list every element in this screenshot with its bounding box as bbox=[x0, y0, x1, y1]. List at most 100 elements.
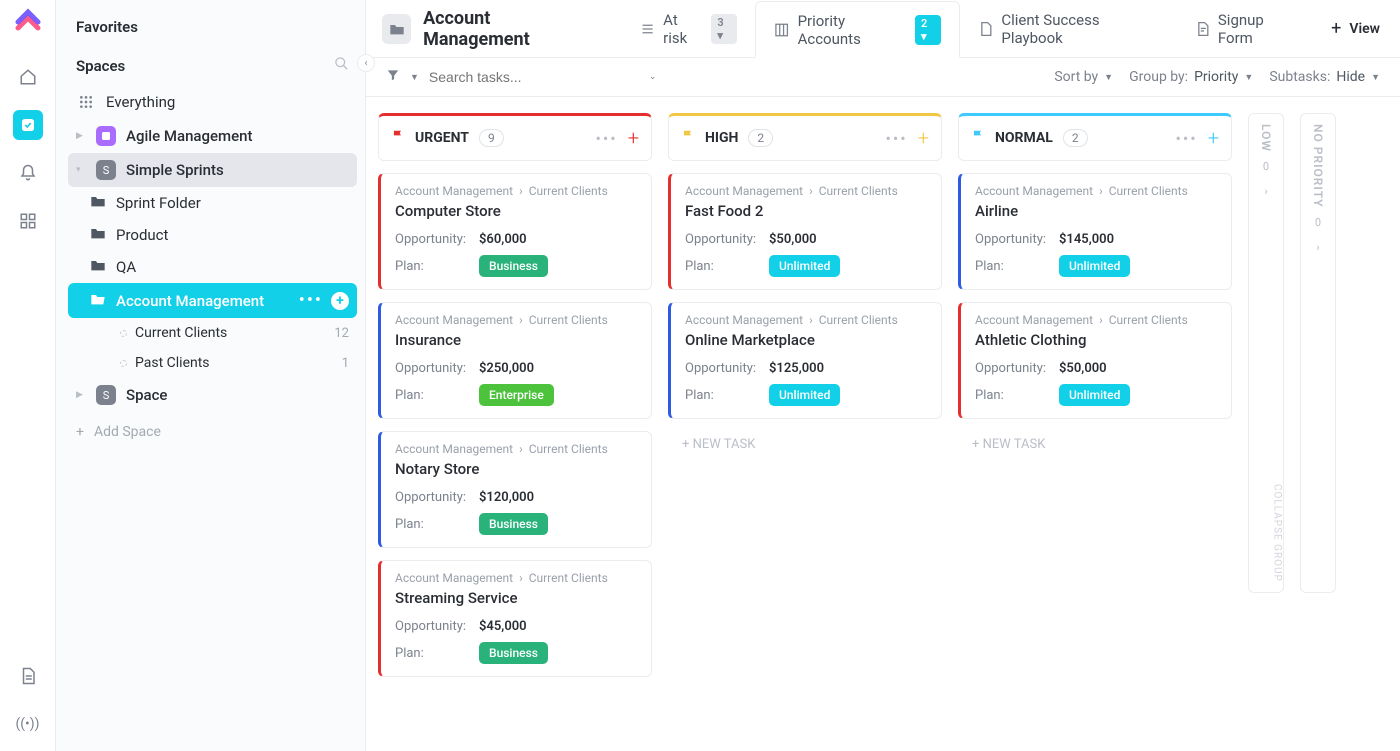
list-past-clients[interactable]: Past Clients 1 bbox=[68, 348, 357, 378]
chevron-down-icon[interactable]: ▼ bbox=[410, 72, 419, 83]
card-breadcrumb: Account Management›Current Clients bbox=[395, 184, 637, 198]
opportunity-label: Opportunity: bbox=[395, 490, 479, 505]
plus-icon: + bbox=[76, 424, 84, 440]
column-header: NORMAL 2 ••• + bbox=[958, 113, 1232, 161]
grid-icon bbox=[76, 92, 96, 112]
space-simple-sprints[interactable]: ▾ S Simple Sprints bbox=[68, 153, 357, 187]
folder-icon bbox=[90, 194, 106, 212]
plan-badge: Business bbox=[479, 513, 548, 535]
task-card[interactable]: Account Management›Current Clients Athle… bbox=[958, 302, 1232, 419]
folder-account-management[interactable]: Account Management ••• + bbox=[68, 283, 357, 318]
flag-icon bbox=[391, 129, 405, 147]
task-card[interactable]: Account Management›Current Clients Onlin… bbox=[668, 302, 942, 419]
opportunity-label: Opportunity: bbox=[685, 361, 769, 376]
doc-icon bbox=[978, 21, 993, 37]
flag-icon bbox=[971, 129, 985, 147]
folder-product[interactable]: Product bbox=[68, 219, 357, 251]
form-icon bbox=[1195, 21, 1210, 37]
list-dot-icon bbox=[120, 360, 127, 367]
flag-icon bbox=[681, 129, 695, 147]
column-count: 2 bbox=[1063, 129, 1088, 147]
sort-by-control[interactable]: Sort by▼ bbox=[1054, 69, 1113, 85]
new-task-button[interactable]: + NEW TASK bbox=[958, 431, 1232, 458]
tab-signup-form[interactable]: Signup Form bbox=[1177, 0, 1318, 57]
tab-client-success-playbook[interactable]: Client Success Playbook bbox=[960, 0, 1177, 57]
collapse-sidebar-icon[interactable]: ‹ bbox=[357, 54, 375, 72]
caret-icon: ▶ bbox=[76, 131, 86, 141]
task-card[interactable]: Account Management›Current Clients Fast … bbox=[668, 173, 942, 290]
task-card[interactable]: Account Management›Current Clients Strea… bbox=[378, 560, 652, 677]
add-space-button[interactable]: + Add Space bbox=[68, 412, 357, 452]
column-name: URGENT bbox=[415, 130, 469, 146]
opportunity-label: Opportunity: bbox=[685, 232, 769, 247]
space-agile[interactable]: ▶ Agile Management bbox=[68, 119, 357, 153]
agile-space-icon bbox=[96, 126, 116, 146]
column-add-icon[interactable]: + bbox=[628, 126, 639, 150]
column-more-icon[interactable]: ••• bbox=[1175, 129, 1197, 148]
card-breadcrumb: Account Management›Current Clients bbox=[395, 313, 637, 327]
folder-qa[interactable]: QA bbox=[68, 251, 357, 283]
column-more-icon[interactable]: ••• bbox=[595, 129, 617, 148]
plan-badge: Business bbox=[479, 255, 548, 277]
column-high: HIGH 2 ••• + Account Management›Current … bbox=[668, 113, 942, 458]
task-card[interactable]: Account Management›Current Clients Compu… bbox=[378, 173, 652, 290]
collapsed-column-low[interactable]: LOW 0 › COLLAPSE GROUP bbox=[1248, 113, 1284, 593]
card-title: Online Marketplace bbox=[685, 331, 927, 349]
card-breadcrumb: Account Management›Current Clients bbox=[975, 184, 1217, 198]
list-current-clients[interactable]: Current Clients 12 bbox=[68, 318, 357, 348]
column-add-icon[interactable]: + bbox=[1208, 126, 1219, 150]
favorites-header[interactable]: Favorites bbox=[68, 8, 357, 46]
expand-icon[interactable]: › bbox=[1264, 185, 1267, 198]
rail-apps-icon[interactable] bbox=[13, 206, 43, 236]
folder-add-icon[interactable]: + bbox=[331, 292, 349, 310]
column-more-icon[interactable]: ••• bbox=[885, 129, 907, 148]
column-header: URGENT 9 ••• + bbox=[378, 113, 652, 161]
add-view-button[interactable]: + View bbox=[1325, 18, 1386, 39]
opportunity-value: $50,000 bbox=[1059, 361, 1107, 376]
group-by-control[interactable]: Group by: Priority▼ bbox=[1129, 69, 1253, 85]
tab-priority-accounts[interactable]: Priority Accounts 2 ▾ bbox=[755, 1, 960, 58]
space-generic[interactable]: ▶ S Space bbox=[68, 378, 357, 412]
rail-notifications-icon[interactable] bbox=[13, 158, 43, 188]
folder-sprint[interactable]: Sprint Folder bbox=[68, 187, 357, 219]
column-add-icon[interactable]: + bbox=[918, 126, 929, 150]
plan-badge: Unlimited bbox=[769, 255, 840, 277]
card-breadcrumb: Account Management›Current Clients bbox=[685, 184, 927, 198]
folder-open-icon bbox=[90, 292, 106, 310]
everything-item[interactable]: Everything bbox=[68, 85, 357, 119]
card-breadcrumb: Account Management›Current Clients bbox=[395, 442, 637, 456]
filter-icon[interactable] bbox=[386, 68, 400, 86]
card-title: Fast Food 2 bbox=[685, 202, 927, 220]
opportunity-value: $120,000 bbox=[479, 490, 534, 505]
plan-label: Plan: bbox=[975, 259, 1059, 274]
sidebar: Favorites Spaces Everything ▶ Agile Mana… bbox=[56, 0, 366, 751]
plan-badge: Business bbox=[479, 642, 548, 664]
rail-home-icon[interactable] bbox=[13, 62, 43, 92]
subtasks-control[interactable]: Subtasks: Hide▼ bbox=[1269, 69, 1380, 85]
card-breadcrumb: Account Management›Current Clients bbox=[975, 313, 1217, 327]
rail-docs-icon[interactable] bbox=[13, 661, 43, 691]
folder-icon bbox=[382, 14, 411, 44]
opportunity-value: $50,000 bbox=[769, 232, 817, 247]
collapsed-column-no-priority[interactable]: NO PRIORITY 0 › bbox=[1300, 113, 1336, 593]
folder-more-icon[interactable]: ••• bbox=[299, 290, 323, 311]
plan-badge: Unlimited bbox=[1059, 255, 1130, 277]
search-icon[interactable] bbox=[334, 56, 349, 75]
rail-live-icon[interactable]: ((•)) bbox=[13, 709, 43, 739]
task-card[interactable]: Account Management›Current Clients Insur… bbox=[378, 302, 652, 419]
tab-at-risk[interactable]: At risk 3 ▾ bbox=[622, 0, 755, 57]
plan-label: Plan: bbox=[395, 517, 479, 532]
count-badge: 2 ▾ bbox=[915, 15, 941, 45]
list-dot-icon bbox=[120, 330, 127, 337]
chevron-down-icon[interactable]: ⌄ bbox=[649, 72, 657, 82]
search-input[interactable] bbox=[429, 69, 569, 85]
expand-icon[interactable]: › bbox=[1316, 241, 1319, 254]
new-task-button[interactable]: + NEW TASK bbox=[668, 431, 942, 458]
task-card[interactable]: Account Management›Current Clients Notar… bbox=[378, 431, 652, 548]
spaces-header[interactable]: Spaces bbox=[68, 46, 357, 85]
opportunity-label: Opportunity: bbox=[975, 232, 1059, 247]
opportunity-label: Opportunity: bbox=[975, 361, 1059, 376]
card-title: Athletic Clothing bbox=[975, 331, 1217, 349]
rail-tasks-icon[interactable] bbox=[13, 110, 43, 140]
task-card[interactable]: Account Management›Current Clients Airli… bbox=[958, 173, 1232, 290]
